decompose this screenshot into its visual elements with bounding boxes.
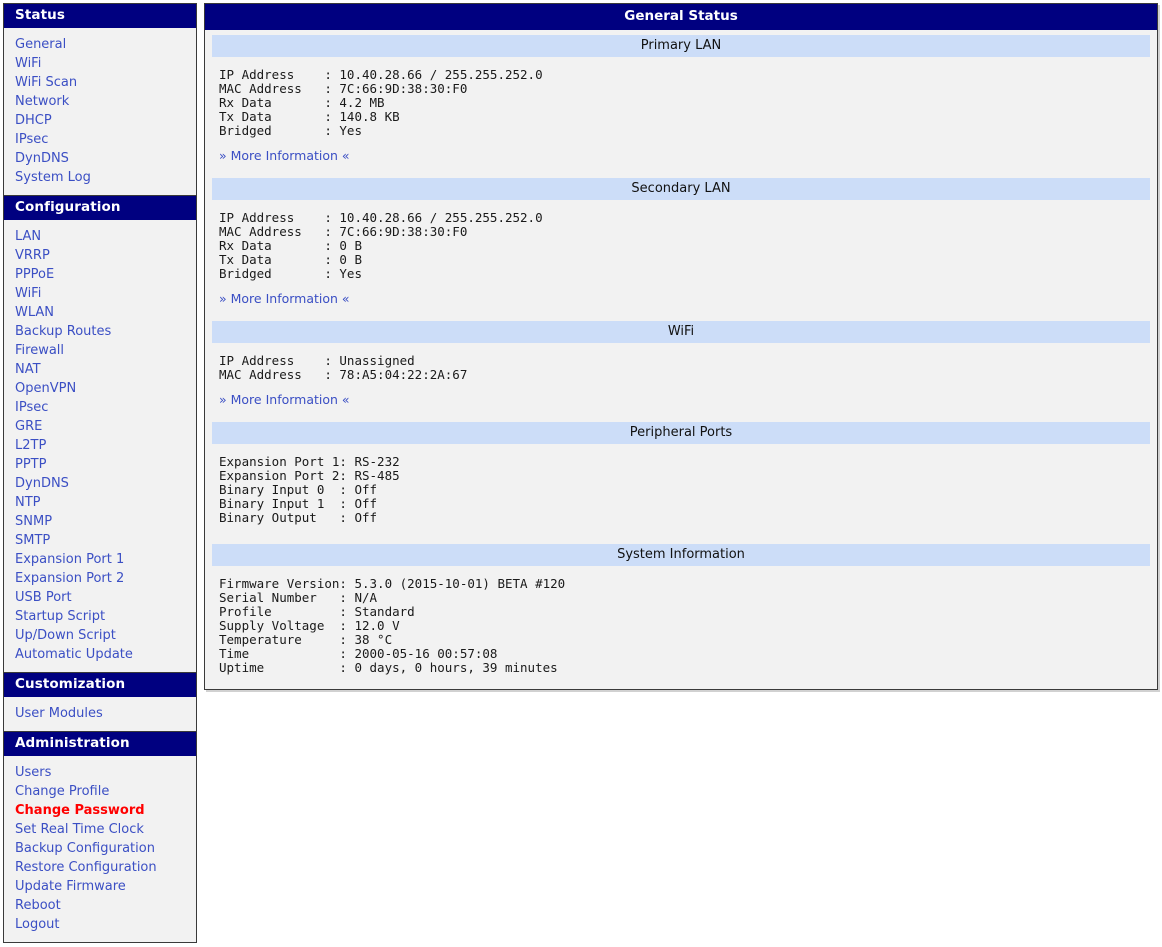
sidebar-item-nat[interactable]: NAT (4, 360, 196, 379)
sidebar-item-l2tp[interactable]: L2TP (4, 436, 196, 455)
status-rows: Expansion Port 1: RS-232 Expansion Port … (219, 454, 400, 525)
section-header: Primary LAN (212, 35, 1150, 57)
sidebar-item-expansion-port-1[interactable]: Expansion Port 1 (4, 550, 196, 569)
sidebar-item-dyndns[interactable]: DynDNS (4, 474, 196, 493)
sidebar-section-configuration: Configuration LAN VRRP PPPoE WiFi WLAN Backup … (3, 196, 197, 673)
sidebar-item-users[interactable]: Users (4, 763, 196, 782)
sidebar-item-change-password[interactable]: Change Password (4, 801, 196, 820)
sidebar-item-set-real-time-clock[interactable]: Set Real Time Clock (4, 820, 196, 839)
section-body: IP Address : 10.40.28.66 / 255.255.252.0… (205, 200, 1157, 316)
sidebar-section-title: Configuration (4, 196, 196, 220)
more-information-link[interactable]: » More Information « (219, 292, 350, 306)
sidebar: Status General WiFi WiFi Scan Network DHCP IPs… (3, 3, 197, 943)
sidebar-item-up-down-script[interactable]: Up/Down Script (4, 626, 196, 645)
status-rows: IP Address : 10.40.28.66 / 255.255.252.0… (219, 67, 543, 138)
sidebar-item-general[interactable]: General (4, 35, 196, 54)
section-body: IP Address : Unassigned MAC Address : 78… (205, 343, 1157, 417)
section-header: System Information (212, 544, 1150, 566)
sidebar-item-wifi[interactable]: WiFi (4, 54, 196, 73)
main-content: Primary LAN IP Address : 10.40.28.66 / 25… (205, 35, 1157, 689)
sidebar-item-backup-configuration[interactable]: Backup Configuration (4, 839, 196, 858)
sidebar-item-firewall[interactable]: Firewall (4, 341, 196, 360)
sidebar-item-user-modules[interactable]: User Modules (4, 704, 196, 723)
sidebar-item-openvpn[interactable]: OpenVPN (4, 379, 196, 398)
sidebar-item-update-firmware[interactable]: Update Firmware (4, 877, 196, 896)
sidebar-section-administration: Administration Users Change Profile Change … (3, 732, 197, 943)
sidebar-item-wlan[interactable]: WLAN (4, 303, 196, 322)
sidebar-list: Users Change Profile Change Password Set Re… (4, 756, 196, 942)
sidebar-item-wifi[interactable]: WiFi (4, 284, 196, 303)
section-header: Secondary LAN (212, 178, 1150, 200)
page-title: General Status (205, 4, 1157, 30)
sidebar-item-network[interactable]: Network (4, 92, 196, 111)
sidebar-item-ipsec[interactable]: IPsec (4, 130, 196, 149)
sidebar-list: General WiFi WiFi Scan Network DHCP IPsec DynD… (4, 28, 196, 195)
section-header: Peripheral Ports (212, 422, 1150, 444)
sidebar-section-status: Status General WiFi WiFi Scan Network DHCP IPs… (3, 3, 197, 196)
sidebar-item-dyndns[interactable]: DynDNS (4, 149, 196, 168)
more-information-link[interactable]: » More Information « (219, 393, 350, 407)
section-body: Expansion Port 1: RS-232 Expansion Port … (205, 444, 1157, 539)
sidebar-item-gre[interactable]: GRE (4, 417, 196, 436)
sidebar-item-usb-port[interactable]: USB Port (4, 588, 196, 607)
sidebar-item-reboot[interactable]: Reboot (4, 896, 196, 915)
sidebar-item-lan[interactable]: LAN (4, 227, 196, 246)
sidebar-item-vrrp[interactable]: VRRP (4, 246, 196, 265)
sidebar-item-backup-routes[interactable]: Backup Routes (4, 322, 196, 341)
status-rows: Firmware Version: 5.3.0 (2015-10-01) BET… (219, 576, 566, 675)
sidebar-item-startup-script[interactable]: Startup Script (4, 607, 196, 626)
sidebar-list: LAN VRRP PPPoE WiFi WLAN Backup Routes Firewal… (4, 220, 196, 672)
sidebar-section-title: Administration (4, 732, 196, 756)
sidebar-section-title: Status (4, 4, 196, 28)
sidebar-item-expansion-port-2[interactable]: Expansion Port 2 (4, 569, 196, 588)
main-panel: General Status Primary LAN IP Address : 1… (204, 3, 1158, 690)
sidebar-item-dhcp[interactable]: DHCP (4, 111, 196, 130)
sidebar-item-restore-configuration[interactable]: Restore Configuration (4, 858, 196, 877)
sidebar-list: User Modules (4, 697, 196, 731)
sidebar-item-pptp[interactable]: PPTP (4, 455, 196, 474)
sidebar-item-smtp[interactable]: SMTP (4, 531, 196, 550)
sidebar-item-ntp[interactable]: NTP (4, 493, 196, 512)
sidebar-item-automatic-update[interactable]: Automatic Update (4, 645, 196, 664)
sidebar-item-logout[interactable]: Logout (4, 915, 196, 934)
section-body: IP Address : 10.40.28.66 / 255.255.252.0… (205, 57, 1157, 173)
sidebar-item-pppoe[interactable]: PPPoE (4, 265, 196, 284)
sidebar-item-snmp[interactable]: SNMP (4, 512, 196, 531)
status-rows: IP Address : Unassigned MAC Address : 78… (219, 353, 468, 382)
page-root: Status General WiFi WiFi Scan Network DHCP IPs… (0, 0, 1162, 947)
sidebar-item-change-profile[interactable]: Change Profile (4, 782, 196, 801)
section-body: Firmware Version: 5.3.0 (2015-10-01) BET… (205, 566, 1157, 689)
sidebar-item-wifi-scan[interactable]: WiFi Scan (4, 73, 196, 92)
more-information-link[interactable]: » More Information « (219, 149, 350, 163)
sidebar-item-system-log[interactable]: System Log (4, 168, 196, 187)
sidebar-section-customization: Customization User Modules (3, 673, 197, 732)
sidebar-item-ipsec[interactable]: IPsec (4, 398, 196, 417)
sidebar-section-title: Customization (4, 673, 196, 697)
section-header: WiFi (212, 321, 1150, 343)
status-rows: IP Address : 10.40.28.66 / 255.255.252.0… (219, 210, 543, 281)
